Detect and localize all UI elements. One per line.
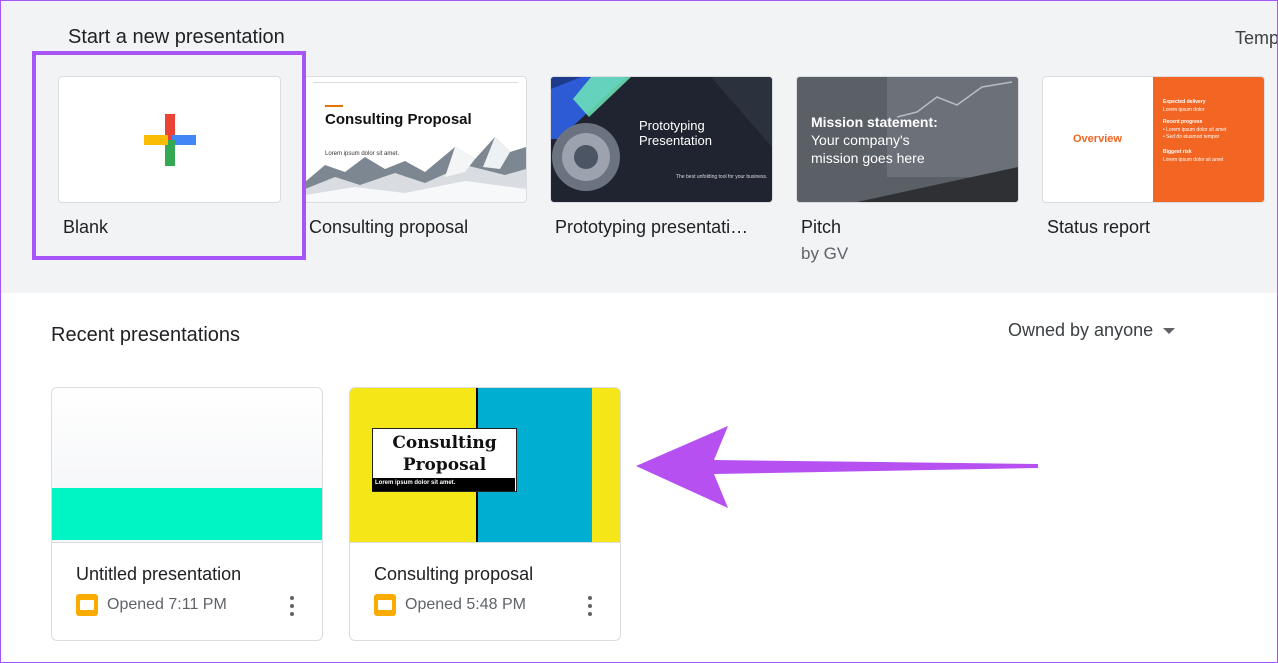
template-name: Pitch <box>801 217 842 237</box>
template-name: Prototyping presentati… <box>555 217 749 237</box>
doc-meta: Opened 7:11 PM <box>76 594 227 616</box>
mountain-image <box>305 137 526 202</box>
thumb-orange-panel: Expected delivery Lorem ipsum dolor Rece… <box>1153 77 1264 202</box>
thumb-line: Lorem ipsum dolor <box>1163 107 1205 113</box>
thumb-line: Lorem ipsum dolor sit amet <box>1163 157 1224 163</box>
slides-icon <box>374 594 396 616</box>
thumb-teal-band <box>52 488 322 540</box>
doc-thumbnail[interactable]: Consulting Proposal Lorem ipsum dolor si… <box>350 388 620 543</box>
more-vert-icon[interactable] <box>286 594 298 618</box>
doc-opened-time: Opened 5:48 PM <box>405 596 526 613</box>
thumb-line: Recent progress <box>1163 119 1203 125</box>
recent-section-title: Recent presentations <box>51 324 241 346</box>
template-thumbnail[interactable]: Mission statement: Your company's missio… <box>796 76 1019 203</box>
template-gallery-link[interactable]: Temp <box>1235 28 1278 49</box>
owner-filter-dropdown[interactable]: Owned by anyone <box>1008 320 1176 341</box>
template-thumbnail[interactable]: Overview Expected delivery Lorem ipsum d… <box>1042 76 1265 203</box>
template-name: Consulting proposal <box>309 217 469 237</box>
thumb-title: Prototyping Presentation <box>639 118 712 148</box>
dropdown-caret-icon <box>1163 327 1176 334</box>
thumb-text: Mission statement: Your company's missio… <box>811 113 941 167</box>
thumb-line: Expected delivery <box>1163 99 1206 105</box>
template-thumbnail[interactable]: Consulting Proposal Lorem ipsum dolor si… <box>304 76 527 203</box>
thumb-footer: The best unfolding tool for your busines… <box>676 174 768 180</box>
thumb-line: • Lorem ipsum dolor sit amet <box>1163 127 1227 133</box>
thumb-subtitle: Lorem ipsum dolor sit amet. <box>375 480 456 486</box>
thumb-line: Biggest risk <box>1163 149 1192 155</box>
template-pitch[interactable]: Mission statement: Your company's missio… <box>796 76 1019 264</box>
template-prototyping-presentation[interactable]: Prototyping Presentation The best unfold… <box>550 76 773 238</box>
recent-doc-card[interactable]: Consulting Proposal Lorem ipsum dolor si… <box>349 387 621 641</box>
thumb-title: Consulting Proposal <box>392 433 497 475</box>
template-author: by GV <box>801 244 849 263</box>
slides-icon <box>76 594 98 616</box>
owner-filter-label: Owned by anyone <box>1008 320 1154 340</box>
thumb-title: Overview <box>1073 133 1122 145</box>
thumb-line: • Sed do eiusmod tempor <box>1163 134 1220 140</box>
doc-meta: Opened 5:48 PM <box>374 594 526 616</box>
template-thumbnail[interactable]: Prototyping Presentation The best unfold… <box>550 76 773 203</box>
template-status-report[interactable]: Overview Expected delivery Lorem ipsum d… <box>1042 76 1265 238</box>
thumb-body: Your company's mission goes here <box>811 132 925 166</box>
doc-name: Consulting proposal <box>374 564 534 584</box>
gallery-title: Start a new presentation <box>68 26 285 48</box>
template-name: Status report <box>1047 217 1151 237</box>
annotation-highlight-box <box>32 51 306 260</box>
template-gallery: Start a new presentation Temp Blank Cons… <box>1 1 1278 293</box>
doc-name: Untitled presentation <box>76 564 242 584</box>
template-consulting-proposal[interactable]: Consulting Proposal Lorem ipsum dolor si… <box>304 76 527 238</box>
more-vert-icon[interactable] <box>584 594 596 618</box>
annotation-arrow <box>636 426 1038 508</box>
thumb-bold: Mission statement: <box>811 114 938 130</box>
doc-thumbnail[interactable] <box>52 388 322 543</box>
recent-doc-card[interactable]: Untitled presentation Opened 7:11 PM <box>51 387 323 641</box>
doc-opened-time: Opened 7:11 PM <box>107 596 227 613</box>
